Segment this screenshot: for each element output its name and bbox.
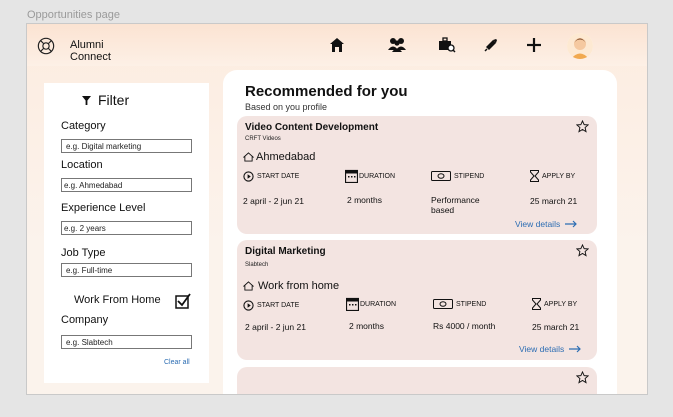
recommended-panel: Recommended for you Based on you profile… xyxy=(223,70,617,394)
experience-input[interactable] xyxy=(61,221,192,235)
recommended-title: Recommended for you xyxy=(245,83,408,100)
app-frame: Alumni Connect Filter Category Locatio xyxy=(26,23,648,395)
recommended-subtitle: Based on you profile xyxy=(245,102,328,112)
clear-all-link[interactable]: Clear all xyxy=(164,359,190,366)
card-duration: 2 months xyxy=(349,321,384,331)
bookmark-star-icon[interactable] xyxy=(576,120,589,133)
card-apply-by: 25 march 21 xyxy=(532,322,580,332)
card-title: Digital Marketing xyxy=(245,246,326,257)
location-label: Location xyxy=(61,159,103,171)
card-company: Slabtech xyxy=(245,262,269,268)
play-circle-icon xyxy=(243,300,254,311)
apply-by-heading: APPLY BY xyxy=(530,170,575,182)
card-location: Ahmedabad xyxy=(243,151,315,163)
opportunity-card[interactable]: Video Content Development CRFT Videos Ah… xyxy=(237,116,597,234)
job-type-label: Job Type xyxy=(61,247,106,259)
start-date-heading: START DATE xyxy=(243,300,299,311)
card-apply-by: 25 march 21 xyxy=(530,196,578,206)
logo-icon xyxy=(37,37,55,55)
bookmark-star-icon[interactable] xyxy=(576,244,589,257)
duration-heading: DURATION xyxy=(345,169,395,183)
card-stipend: Rs 4000 / month xyxy=(433,321,496,331)
arrow-right-icon xyxy=(565,220,578,228)
category-input[interactable] xyxy=(61,139,192,153)
job-type-input[interactable] xyxy=(61,263,192,277)
filter-heading: Filter xyxy=(82,92,129,108)
location-home-icon xyxy=(243,281,254,291)
apply-by-heading: APPLY BY xyxy=(532,298,577,310)
plus-icon[interactable] xyxy=(523,34,545,56)
wfh-checkbox[interactable] xyxy=(175,293,191,309)
card-duration: 2 months xyxy=(347,195,382,205)
people-icon[interactable] xyxy=(386,34,408,56)
job-search-icon[interactable] xyxy=(436,34,458,56)
card-start-date: 2 april - 2 jun 21 xyxy=(245,322,306,332)
hourglass-icon xyxy=(530,170,539,182)
wfh-label: Work From Home xyxy=(74,294,161,306)
profile-avatar[interactable] xyxy=(567,33,593,59)
play-circle-icon xyxy=(243,171,254,182)
bookmark-star-icon[interactable] xyxy=(576,371,589,384)
filter-icon xyxy=(82,95,91,105)
card-location: Work from home xyxy=(243,280,339,292)
money-icon xyxy=(433,299,453,309)
company-input[interactable] xyxy=(61,335,192,349)
view-details-link[interactable]: View details xyxy=(519,344,582,354)
view-details-link[interactable]: View details xyxy=(515,219,578,229)
company-label: Company xyxy=(61,314,109,326)
category-label: Category xyxy=(61,120,106,132)
brand-name: Alumni Connect xyxy=(70,39,111,63)
stipend-heading: STIPEND xyxy=(433,299,486,309)
opportunity-card[interactable] xyxy=(237,367,597,394)
card-stipend: Performance based xyxy=(431,195,480,215)
card-company: CRFT Videos xyxy=(245,136,281,142)
opportunity-card[interactable]: Digital Marketing Slabtech Work from hom… xyxy=(237,240,597,360)
home-icon[interactable] xyxy=(326,34,348,56)
calendar-icon xyxy=(346,297,359,311)
start-date-heading: START DATE xyxy=(243,171,299,182)
experience-label: Experience Level xyxy=(61,202,146,214)
location-home-icon xyxy=(243,152,254,162)
money-icon xyxy=(431,171,451,181)
card-title: Video Content Development xyxy=(245,122,379,133)
filter-panel: Filter Category Location Experience Leve… xyxy=(44,83,209,383)
hourglass-icon xyxy=(532,298,541,310)
announcement-icon[interactable] xyxy=(480,34,502,56)
page-label: Opportunities page xyxy=(27,9,120,21)
calendar-icon xyxy=(345,169,358,183)
stipend-heading: STIPEND xyxy=(431,171,484,181)
location-input[interactable] xyxy=(61,178,192,192)
arrow-right-icon xyxy=(569,345,582,353)
duration-heading: DURATION xyxy=(346,297,396,311)
top-navbar: Alumni Connect xyxy=(27,24,647,66)
card-start-date: 2 april - 2 jun 21 xyxy=(243,196,304,206)
